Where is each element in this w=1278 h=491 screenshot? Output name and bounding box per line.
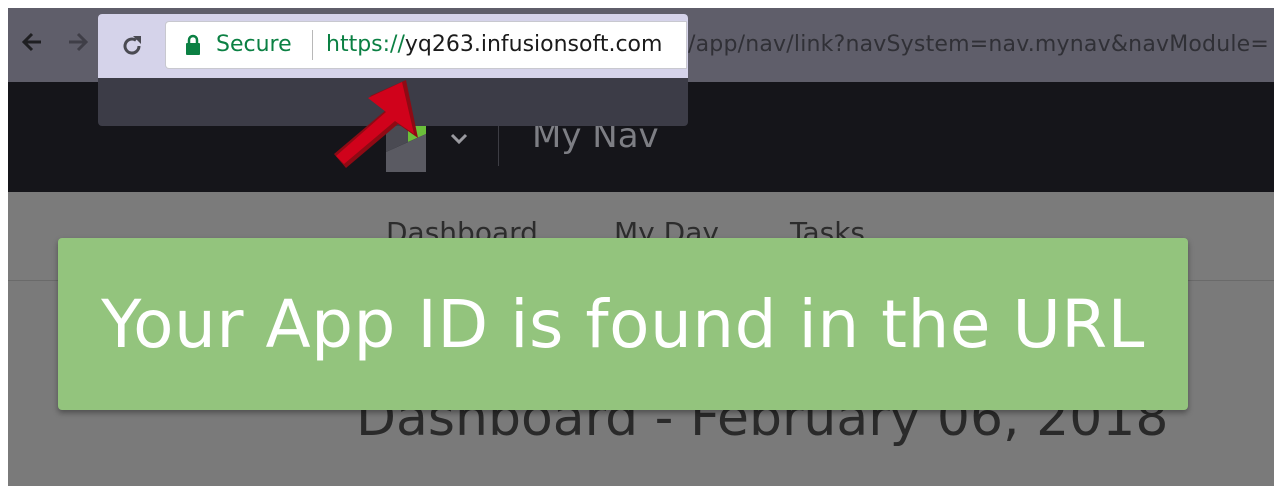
forward-button[interactable] bbox=[58, 22, 98, 62]
lock-icon bbox=[186, 34, 200, 55]
red-arrow-icon bbox=[334, 80, 418, 168]
url-host: yq263.infusionsoft.com bbox=[404, 32, 663, 57]
banner-text: Your App ID is found in the URL bbox=[101, 285, 1145, 363]
annotation-banner: Your App ID is found in the URL bbox=[58, 238, 1188, 410]
reload-icon bbox=[123, 36, 141, 55]
secure-label: Secure bbox=[216, 32, 292, 57]
url-path: /app/nav/link?navSystem=nav.mynav&navMod… bbox=[688, 32, 1270, 57]
url-text[interactable]: https://yq263.infusionsoft.com bbox=[326, 32, 662, 57]
url-scheme: https:// bbox=[326, 32, 405, 57]
screenshot-frame: /app/nav/link?navSystem=nav.mynav&navMod… bbox=[8, 8, 1274, 486]
back-arrow-icon bbox=[21, 32, 41, 52]
chevron-down-icon[interactable] bbox=[449, 132, 469, 146]
reload-button[interactable] bbox=[112, 26, 152, 66]
back-button[interactable] bbox=[12, 22, 52, 62]
address-separator bbox=[312, 30, 313, 60]
forward-arrow-icon bbox=[69, 32, 89, 52]
